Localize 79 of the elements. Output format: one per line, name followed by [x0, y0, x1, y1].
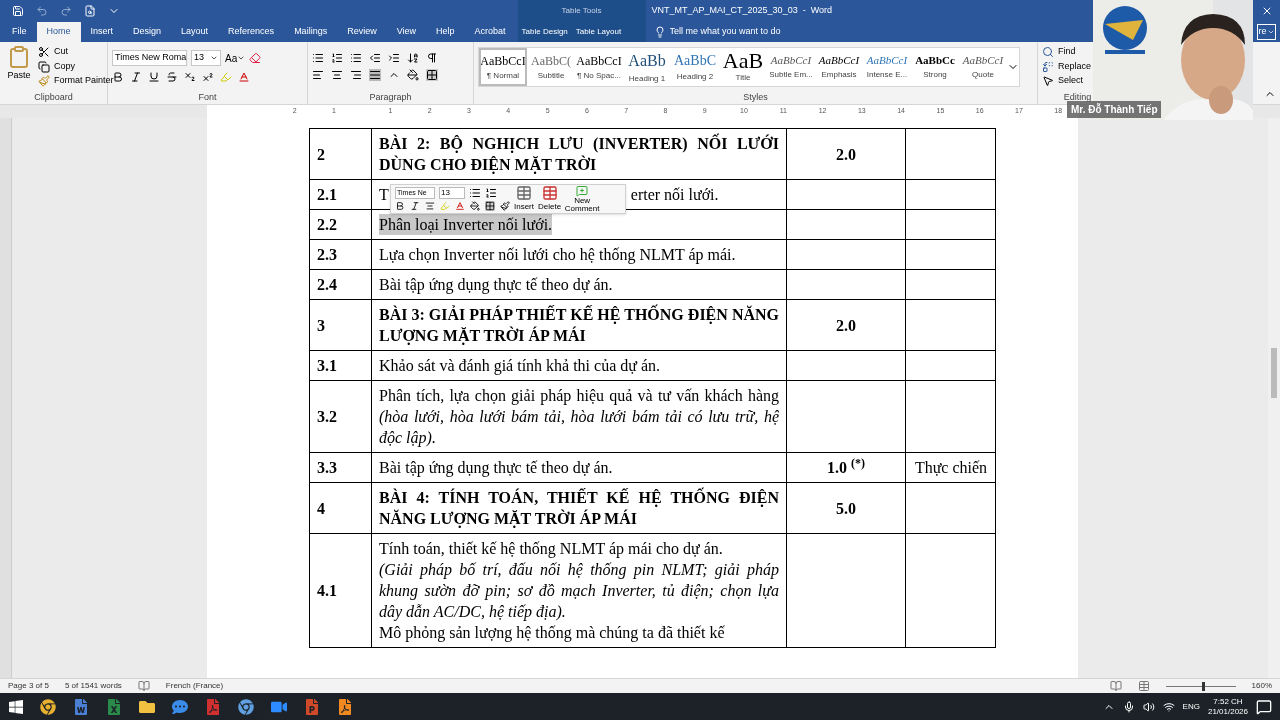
row-number: 2.4: [317, 275, 337, 295]
ribbon-tab[interactable]: Design: [123, 22, 172, 42]
row-number: 2.2: [317, 215, 337, 235]
ribbon-tab[interactable]: Help: [426, 22, 465, 42]
style-gallery-item[interactable]: AaBbCcI ¶ Normal: [479, 47, 527, 86]
ribbon-tab[interactable]: Table Design: [517, 22, 572, 42]
cell-text: BÀI 2: BỘ NGHỊCH LƯU (INVERTER) NỐI LƯỚI DÙNG CHO ĐIỆN MẶT TRỜI: [379, 133, 779, 175]
cell-text: BÀI 3: GIẢI PHÁP THIẾT KẾ HỆ THỐNG ĐIỆN NĂNG LƯỢNG MẶT TRỜI ÁP MÁI: [379, 304, 779, 346]
hours-text: 2.0: [836, 315, 856, 336]
row-number: 3.1: [317, 356, 337, 376]
window-title: VNT_MT_AP_MAI_CT_2025_30_03 - Word: [651, 4, 832, 18]
delete-button[interactable]: Delete: [538, 185, 562, 213]
copy-button[interactable]: Copy: [38, 59, 114, 74]
style-gallery-item[interactable]: AaBbCcI ¶ No Spac...: [575, 47, 623, 86]
style-gallery-item[interactable]: AaBbCcI Quote: [959, 47, 1007, 86]
style-gallery-item[interactable]: AaBbCc Strong: [911, 47, 959, 86]
ribbon-tab[interactable]: Acrobat: [464, 22, 516, 42]
name-tag: Mr. Đỗ Thành Tiếp: [1067, 101, 1162, 118]
row-number: 2.1: [317, 185, 337, 205]
group-label: Styles: [743, 90, 768, 104]
ribbon-tab[interactable]: Layout: [171, 22, 219, 42]
ribbon-tab[interactable]: Insert: [80, 22, 124, 42]
cut-button[interactable]: Cut: [38, 45, 114, 59]
row-number: 2: [317, 144, 325, 165]
hours-text: 1.0 $^{(*)}$: [827, 457, 865, 478]
ribbon-tab[interactable]: References: [218, 22, 285, 42]
input-language[interactable]: ENG: [1182, 700, 1200, 713]
hours-text: 5.0: [836, 498, 856, 519]
new-comment-button[interactable]: New Comment: [565, 185, 600, 213]
font-size-field[interactable]: 13: [439, 187, 465, 199]
cell-text: (Giải pháp bố trí, đấu nối hệ thống pin NLMT; giải pháp khung sườn đỡ pin; sơ đồ mạch Inverter, tủ điện; chọn lựa dây dẫn AC/DC, hệ tiếp địa).: [379, 559, 779, 622]
format-painter-button[interactable]: Format Painter: [38, 74, 114, 88]
ribbon-tab[interactable]: Review: [337, 22, 387, 42]
style-gallery-item[interactable]: AaBb Heading 1: [623, 47, 671, 86]
cell-text: T: [379, 185, 389, 205]
group-label: Font: [198, 90, 217, 104]
group-label: Paragraph: [369, 90, 412, 104]
style-gallery-item[interactable]: AaBbCcI Intense E...: [863, 47, 911, 86]
replace-button[interactable]: Replace: [1042, 59, 1092, 74]
zoom-level[interactable]: 160%: [1251, 680, 1272, 692]
style-gallery-item[interactable]: AaBbCcI Emphasis: [815, 47, 863, 86]
ribbon-tab[interactable]: Table Layout: [571, 22, 626, 42]
tell-me-field[interactable]: Tell me what you want to do: [669, 25, 870, 39]
style-gallery-item[interactable]: AaBbCcI Subtle Em...: [767, 47, 815, 86]
ribbon-tab[interactable]: Mailings: [284, 22, 338, 42]
row-number: 4: [317, 498, 325, 519]
clock-date[interactable]: 21/01/2026: [1207, 706, 1248, 717]
ribbon-tab[interactable]: View: [386, 22, 426, 42]
insert-button[interactable]: Insert: [514, 185, 534, 213]
paste-button[interactable]: Paste: [4, 45, 34, 83]
hours-text: 2.0: [836, 144, 856, 165]
ribbon-tab[interactable]: Home: [36, 22, 81, 42]
page-count[interactable]: Page 3 of 5: [8, 680, 49, 692]
language-status[interactable]: French (France): [165, 680, 224, 692]
cell-text: BÀI 4: TÍNH TOÁN, THIẾT KẾ HỆ THỐNG ĐIỆN NĂNG LƯỢNG MẶT TRỜI ÁP MÁI: [379, 487, 779, 529]
change-case-button[interactable]: Aa: [225, 50, 246, 66]
clock-time[interactable]: 7:52 CH: [1213, 696, 1243, 707]
style-gallery-item[interactable]: AaB Title: [719, 47, 767, 86]
cell-text: Phân loại Inverter nối lưới.: [379, 214, 553, 235]
word-count[interactable]: 5 of 1541 words: [64, 680, 122, 692]
note-text: Thực chiến: [914, 458, 988, 478]
group-label: Editing: [1063, 90, 1092, 103]
select-button[interactable]: Select: [1042, 74, 1092, 88]
cell-text: Phân tích, lựa chọn giải pháp hiệu quả và tư vấn khách hàng (hòa lưới, hòa lưới bám tải, hòa lưới bám tải có lưu trữ, hệ độc lập).: [379, 385, 779, 448]
row-number: 3.2: [317, 407, 337, 427]
find-button[interactable]: Find: [1042, 45, 1092, 59]
row-number: 2.3: [317, 245, 337, 265]
row-number: 4.1: [317, 581, 337, 601]
group-label: Clipboard: [34, 90, 73, 104]
cell-text: erter nối lưới.: [630, 185, 719, 205]
context-title: Table Tools: [561, 5, 602, 17]
font-name-field[interactable]: Times New Roma: [112, 50, 187, 66]
style-gallery-item[interactable]: AaBbC Heading 2: [671, 47, 719, 86]
row-number: 3.3: [317, 458, 337, 478]
style-gallery-item[interactable]: AaBbC( Subtitle: [527, 47, 575, 86]
ribbon-tab[interactable]: File: [2, 22, 37, 42]
row-number: 3: [317, 315, 325, 336]
share-button[interactable]: re: [1257, 24, 1276, 40]
font-size-field[interactable]: 13: [191, 50, 221, 66]
